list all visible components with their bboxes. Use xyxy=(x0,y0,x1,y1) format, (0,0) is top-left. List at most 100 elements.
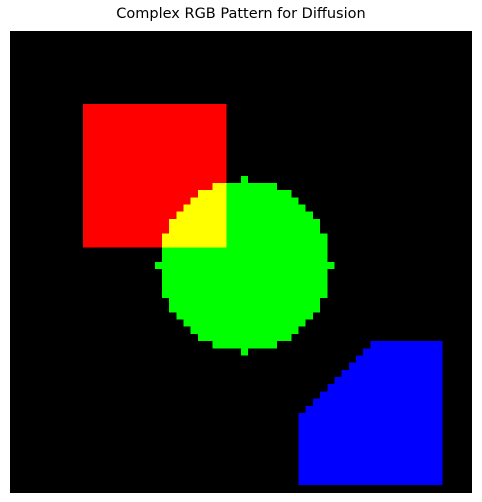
green-circle-pixel xyxy=(284,262,292,270)
green-circle-pixel xyxy=(226,326,234,334)
blue-polygon-pixel xyxy=(420,470,428,478)
green-circle-pixel xyxy=(276,197,285,205)
blue-polygon-pixel xyxy=(363,384,371,392)
blue-polygon-pixel xyxy=(427,384,436,392)
green-circle-pixel xyxy=(269,269,277,277)
green-circle-pixel xyxy=(241,326,249,334)
blue-polygon-pixel xyxy=(427,412,436,421)
green-circle-pixel xyxy=(241,211,249,219)
yellow-overlap-pixel xyxy=(219,204,227,212)
green-circle-pixel xyxy=(197,305,206,313)
blue-polygon-pixel xyxy=(384,441,392,449)
green-circle-pixel xyxy=(291,297,299,306)
green-circle-pixel xyxy=(255,240,263,248)
green-circle-pixel xyxy=(212,290,220,298)
green-circle-pixel xyxy=(269,326,277,334)
blue-polygon-pixel xyxy=(391,348,400,356)
blue-polygon-pixel xyxy=(377,448,385,457)
blue-polygon-pixel xyxy=(363,348,371,356)
blue-polygon-pixel xyxy=(399,391,407,399)
blue-polygon-pixel xyxy=(356,362,364,370)
blue-polygon-pixel xyxy=(320,463,328,471)
blue-polygon-pixel xyxy=(399,362,407,370)
green-circle-pixel xyxy=(276,290,285,298)
blue-polygon-pixel xyxy=(363,362,371,370)
green-circle-pixel xyxy=(226,218,234,227)
blue-polygon-pixel xyxy=(356,369,364,377)
blue-polygon-pixel xyxy=(427,362,436,370)
blue-polygon-pixel xyxy=(370,470,378,478)
blue-polygon-pixel xyxy=(391,391,400,399)
green-circle-pixel xyxy=(161,262,170,270)
green-circle-pixel xyxy=(298,283,306,291)
yellow-overlap-pixel xyxy=(197,233,206,241)
blue-polygon-pixel xyxy=(391,377,400,385)
green-circle-pixel xyxy=(269,197,277,205)
green-circle-pixel xyxy=(205,312,213,320)
blue-polygon-pixel xyxy=(320,427,328,435)
green-circle-pixel xyxy=(320,233,328,241)
blue-polygon-pixel xyxy=(312,463,321,471)
blue-polygon-pixel xyxy=(341,441,349,449)
green-circle-pixel xyxy=(284,247,292,255)
blue-polygon-pixel xyxy=(384,398,392,406)
green-circle-pixel xyxy=(205,290,213,298)
green-circle-pixel xyxy=(262,297,270,306)
blue-polygon-pixel xyxy=(435,441,443,449)
blue-polygon-pixel xyxy=(377,391,385,399)
green-circle-pixel xyxy=(291,326,299,334)
blue-polygon-pixel xyxy=(305,434,313,442)
green-circle-pixel xyxy=(312,262,321,270)
green-circle-pixel xyxy=(284,233,292,241)
blue-polygon-pixel xyxy=(399,398,407,406)
green-circle-pixel xyxy=(291,204,299,212)
green-circle-pixel xyxy=(183,276,191,284)
blue-polygon-pixel xyxy=(420,405,428,413)
green-circle-pixel xyxy=(284,197,292,205)
blue-polygon-pixel xyxy=(305,412,313,421)
blue-polygon-pixel xyxy=(427,456,436,464)
blue-polygon-pixel xyxy=(399,477,407,485)
yellow-overlap-pixel xyxy=(183,211,191,219)
green-circle-pixel xyxy=(233,297,241,306)
green-circle-pixel xyxy=(255,276,263,284)
green-circle-pixel xyxy=(255,262,263,270)
blue-polygon-pixel xyxy=(370,355,378,363)
blue-polygon-pixel xyxy=(391,398,400,406)
blue-polygon-pixel xyxy=(327,456,335,464)
blue-polygon-pixel xyxy=(435,341,443,349)
blue-polygon-pixel xyxy=(363,412,371,421)
green-circle-pixel xyxy=(291,240,299,248)
blue-polygon-pixel xyxy=(384,412,392,421)
green-circle-pixel xyxy=(255,319,263,327)
blue-polygon-pixel xyxy=(377,412,385,421)
green-circle-pixel xyxy=(226,182,234,191)
yellow-overlap-pixel xyxy=(205,226,213,234)
green-circle-pixel xyxy=(262,226,270,234)
blue-polygon-pixel xyxy=(384,377,392,385)
blue-polygon-pixel xyxy=(377,477,385,485)
green-circle-pixel xyxy=(248,312,256,320)
blue-polygon-pixel xyxy=(413,470,421,478)
blue-polygon-pixel xyxy=(413,377,421,385)
green-circle-pixel xyxy=(269,226,277,234)
green-circle-pixel xyxy=(269,262,277,270)
green-circle-pixel xyxy=(176,312,184,320)
blue-polygon-pixel xyxy=(413,348,421,356)
green-circle-pixel xyxy=(269,333,277,342)
blue-polygon-pixel xyxy=(370,441,378,449)
green-circle-pixel xyxy=(233,190,241,198)
blue-polygon-pixel xyxy=(356,477,364,485)
blue-polygon-pixel xyxy=(320,470,328,478)
blue-polygon-pixel xyxy=(399,369,407,377)
blue-polygon-pixel xyxy=(435,362,443,370)
blue-polygon-pixel xyxy=(427,470,436,478)
green-circle-pixel xyxy=(276,240,285,248)
blue-polygon-pixel xyxy=(341,384,349,392)
green-circle-pixel xyxy=(298,305,306,313)
blue-polygon-pixel xyxy=(435,377,443,385)
green-circle-pixel xyxy=(226,341,234,349)
green-circle-pixel xyxy=(255,269,263,277)
blue-polygon-pixel xyxy=(320,412,328,421)
blue-polygon-pixel xyxy=(305,456,313,464)
